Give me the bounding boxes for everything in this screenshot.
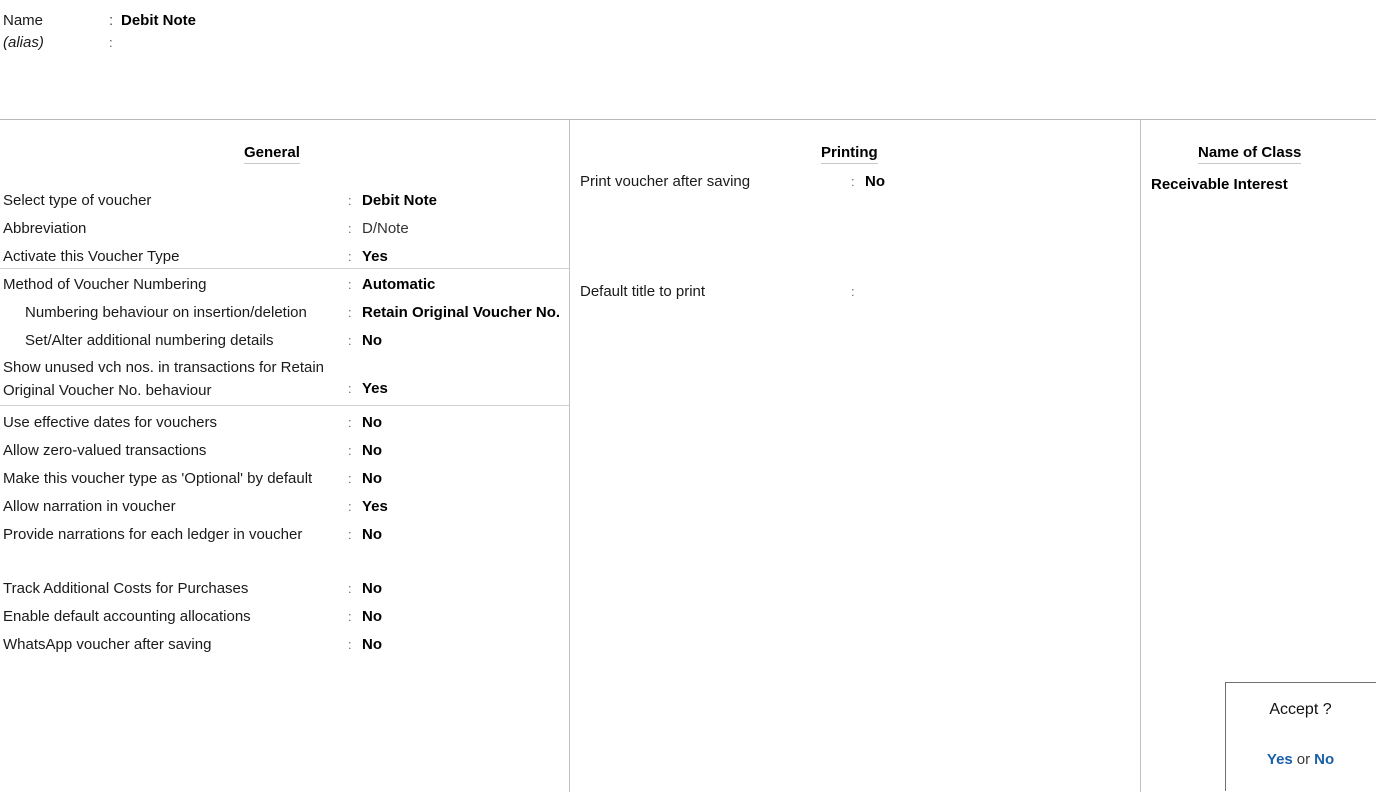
label: Allow zero-valued transactions <box>3 442 207 459</box>
name-colon: : <box>109 12 114 29</box>
label: Select type of voucher <box>3 192 152 209</box>
label: Use effective dates for vouchers <box>3 414 217 431</box>
label: Numbering behaviour on insertion/deletio… <box>25 304 307 321</box>
row-abbreviation[interactable]: Abbreviation : D/Note <box>3 218 563 240</box>
label: Provide narrations for each ledger in vo… <box>3 526 303 543</box>
value: No <box>362 332 382 349</box>
label: Abbreviation <box>3 220 87 237</box>
colon: : <box>348 637 352 652</box>
colon: : <box>348 499 352 514</box>
colon: : <box>348 305 352 320</box>
value: Debit Note <box>362 192 437 209</box>
section-rule-1 <box>0 268 569 269</box>
row-provide-narrations-for-each-ledger-in-voucher[interactable]: Provide narrations for each ledger in vo… <box>3 524 563 546</box>
value: No <box>362 414 382 431</box>
alias-label: (alias) <box>3 34 44 51</box>
voucher-header: Name : Debit Note (alias) : <box>0 0 1376 119</box>
general-section-title: General <box>244 144 300 164</box>
accept-separator: or <box>1296 751 1311 768</box>
name-of-class-title: Name of Class <box>1198 144 1302 164</box>
label: Allow narration in voucher <box>3 498 176 515</box>
row-enable-default-accounting-allocations[interactable]: Enable default accounting allocations : … <box>3 606 563 628</box>
row-select-type-of-voucher[interactable]: Select type of voucher : Debit Note <box>3 190 563 212</box>
accept-dialog-actions: Yes or No <box>1226 751 1375 768</box>
row-numbering-behaviour-on-insertion-deletion[interactable]: Numbering behaviour on insertion/deletio… <box>3 302 563 324</box>
row-set-alter-additional-numbering-details[interactable]: Set/Alter additional numbering details :… <box>3 330 563 352</box>
colon: : <box>348 471 352 486</box>
colon: : <box>348 381 352 396</box>
label: Enable default accounting allocations <box>3 608 251 625</box>
value: D/Note <box>362 220 409 237</box>
row-whatsapp-voucher-after-saving[interactable]: WhatsApp voucher after saving : No <box>3 634 563 656</box>
colon: : <box>348 581 352 596</box>
value: No <box>865 173 885 190</box>
row-method-of-voucher-numbering[interactable]: Method of Voucher Numbering : Automatic <box>3 274 563 296</box>
printing-section-title: Printing <box>821 144 878 164</box>
row-default-title-to-print[interactable]: Default title to print : <box>580 281 1130 303</box>
section-rule-2 <box>0 405 569 406</box>
label: Method of Voucher Numbering <box>3 276 207 293</box>
colon: : <box>851 174 855 189</box>
value: Yes <box>362 248 388 265</box>
colon: : <box>348 333 352 348</box>
value: No <box>362 608 382 625</box>
colon: : <box>851 284 855 299</box>
accept-dialog-title: Accept ? <box>1269 701 1332 718</box>
value: Yes <box>362 498 388 515</box>
row-activate-this-voucher-type[interactable]: Activate this Voucher Type : Yes <box>3 246 563 268</box>
value: No <box>362 580 382 597</box>
label: WhatsApp voucher after saving <box>3 636 212 653</box>
colon: : <box>348 221 352 236</box>
row-allow-zero-valued-transactions[interactable]: Allow zero-valued transactions : No <box>3 440 563 462</box>
voucher-settings-panel: General Select type of voucher : Debit N… <box>0 119 1376 792</box>
class-list-item[interactable]: Receivable Interest <box>1151 176 1288 193</box>
accept-no-button[interactable]: No <box>1314 751 1334 768</box>
alias-colon: : <box>109 35 113 50</box>
label: Track Additional Costs for Purchases <box>3 580 249 597</box>
name-label: Name <box>3 12 44 29</box>
name-value[interactable]: Debit Note <box>121 10 196 32</box>
row-allow-narration-in-voucher[interactable]: Allow narration in voucher : Yes <box>3 496 563 518</box>
value: Yes <box>362 380 388 397</box>
value: No <box>362 526 382 543</box>
row-track-additional-costs-for-purchases[interactable]: Track Additional Costs for Purchases : N… <box>3 578 563 600</box>
colon: : <box>348 609 352 624</box>
colon: : <box>348 193 352 208</box>
column-divider-general-printing <box>569 120 570 792</box>
accept-confirmation-dialog: Accept ? Yes or No <box>1225 682 1376 791</box>
label: Show unused vch nos. in transactions for… <box>3 359 325 399</box>
row-make-this-voucher-type-optional-by-default[interactable]: Make this voucher type as 'Optional' by … <box>3 468 563 490</box>
label: Default title to print <box>580 283 706 300</box>
colon: : <box>348 443 352 458</box>
accept-yes-button[interactable]: Yes <box>1267 751 1293 768</box>
colon: : <box>348 527 352 542</box>
label: Set/Alter additional numbering details <box>25 332 274 349</box>
value: Automatic <box>362 276 436 293</box>
row-show-unused-vch-nos[interactable]: Show unused vch nos. in transactions for… <box>3 356 563 400</box>
label: Activate this Voucher Type <box>3 248 180 265</box>
label: Make this voucher type as 'Optional' by … <box>3 470 313 487</box>
value: No <box>362 636 382 653</box>
value: Retain Original Voucher No. <box>362 304 561 321</box>
value: No <box>362 470 382 487</box>
value: No <box>362 442 382 459</box>
row-print-voucher-after-saving[interactable]: Print voucher after saving : No <box>580 171 1130 193</box>
colon: : <box>348 249 352 264</box>
row-use-effective-dates-for-vouchers[interactable]: Use effective dates for vouchers : No <box>3 412 563 434</box>
colon: : <box>348 415 352 430</box>
label: Print voucher after saving <box>580 173 751 190</box>
colon: : <box>348 277 352 292</box>
